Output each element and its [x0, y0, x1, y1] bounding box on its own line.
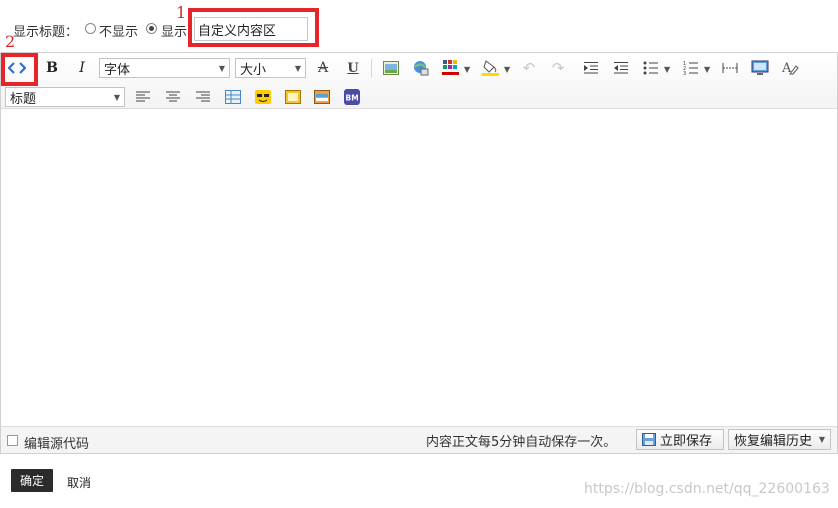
insert-link-icon[interactable] — [410, 57, 432, 79]
align-center-icon[interactable] — [162, 86, 184, 108]
editor-content-area[interactable] — [1, 110, 837, 426]
radio-hide-label: 不显示 — [99, 25, 139, 40]
text-color-icon[interactable] — [439, 57, 461, 79]
font-family-value: 字体 — [104, 62, 131, 78]
edit-source-label: 编辑源代码 — [24, 437, 90, 452]
font-size-select[interactable]: 大小 ▼ — [235, 58, 306, 78]
radio-show-label: 显示 — [161, 25, 188, 40]
underline-button[interactable]: U — [342, 57, 364, 79]
bm-icon[interactable]: BM — [341, 86, 363, 108]
save-now-label: 立即保存 — [660, 434, 713, 449]
svg-text:BM: BM — [346, 94, 359, 103]
insert-media-icon[interactable] — [282, 86, 304, 108]
annotation-number-2: 2 — [5, 32, 16, 51]
insert-template-icon[interactable] — [311, 86, 333, 108]
save-now-button[interactable]: 立即保存 — [636, 429, 724, 450]
chevron-down-icon: ▼ — [113, 92, 120, 102]
chevron-down-icon: ▼ — [294, 63, 301, 73]
italic-button[interactable]: I — [71, 57, 93, 79]
chevron-down-icon[interactable]: ▼ — [504, 65, 510, 74]
outdent-icon[interactable] — [610, 57, 632, 79]
chevron-down-icon[interactable]: ▼ — [704, 65, 710, 74]
font-size-value: 大小 — [240, 62, 267, 78]
preview-icon[interactable] — [749, 57, 771, 79]
radio-show-title[interactable] — [146, 23, 157, 34]
insert-image-icon[interactable] — [380, 57, 402, 79]
bold-button[interactable]: B — [41, 57, 63, 79]
background-color-icon[interactable] — [479, 57, 501, 79]
bulleted-list-icon[interactable] — [640, 57, 662, 79]
undo-icon[interactable]: ↶ — [518, 57, 540, 79]
horizontal-rule-icon[interactable] — [719, 57, 741, 79]
cancel-link[interactable]: 取消 — [67, 474, 91, 491]
heading-value: 标题 — [10, 91, 37, 107]
chevron-down-icon: ▼ — [818, 435, 825, 444]
restore-history-label: 恢复编辑历史 — [734, 434, 813, 449]
insert-table-icon[interactable] — [222, 86, 244, 108]
svg-text:3: 3 — [683, 71, 686, 75]
save-icon — [642, 433, 656, 446]
clear-format-icon[interactable]: A — [779, 57, 801, 79]
emoticon-icon[interactable] — [252, 86, 274, 108]
edit-source-checkbox[interactable] — [7, 435, 18, 446]
align-right-icon[interactable] — [192, 86, 214, 108]
redo-icon[interactable]: ↷ — [547, 57, 569, 79]
annotation-number-1: 1 — [176, 3, 187, 22]
highlight-box-1 — [188, 8, 319, 47]
show-title-label: 显示标题： — [13, 25, 79, 40]
autosave-note: 内容正文每5分钟自动保存一次。 — [426, 435, 617, 450]
heading-select[interactable]: 标题 ▼ — [5, 87, 125, 107]
radio-hide-title[interactable] — [85, 23, 96, 34]
strikethrough-button[interactable]: A — [312, 57, 334, 79]
restore-history-button[interactable]: 恢复编辑历史 ▼ — [728, 429, 831, 450]
align-left-icon[interactable] — [132, 86, 154, 108]
chevron-down-icon[interactable]: ▼ — [664, 65, 670, 74]
highlight-box-2 — [1, 53, 38, 86]
font-family-select[interactable]: 字体 ▼ — [99, 58, 230, 78]
indent-icon[interactable] — [580, 57, 602, 79]
watermark-text: https://blog.csdn.net/qq_22600163 — [584, 481, 830, 497]
chevron-down-icon[interactable]: ▼ — [464, 65, 470, 74]
chevron-down-icon: ▼ — [218, 63, 225, 73]
toolbar-separator — [371, 59, 372, 77]
confirm-button[interactable]: 确定 — [11, 469, 53, 492]
numbered-list-icon[interactable]: 123 — [680, 57, 702, 79]
